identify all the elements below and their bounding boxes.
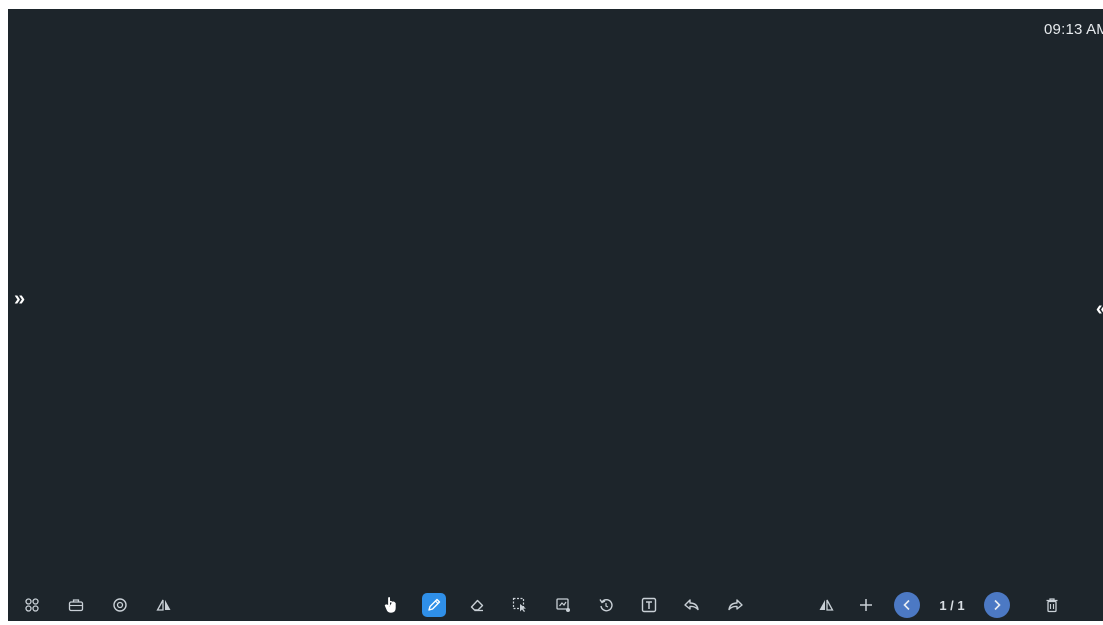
page-indicator: 1 / 1 <box>939 597 965 613</box>
page-navigator: 1 / 1 <box>894 592 1010 618</box>
undo-icon[interactable] <box>680 593 704 617</box>
lasso-select-icon[interactable] <box>508 593 532 617</box>
mirror-icon[interactable] <box>814 593 838 617</box>
restore-icon[interactable] <box>594 593 618 617</box>
screenshot-icon[interactable] <box>108 593 132 617</box>
redo-icon[interactable] <box>723 593 747 617</box>
right-toolbar: 1 / 1 <box>814 590 1064 620</box>
left-toolbar <box>20 590 176 620</box>
center-toolbar <box>379 590 747 620</box>
hand-select-icon[interactable] <box>379 593 403 617</box>
whiteboard-canvas[interactable]: 09:13 AM » « <box>8 9 1103 621</box>
expand-right-panel-button[interactable]: « <box>1096 299 1103 319</box>
toolbox-icon[interactable] <box>64 593 88 617</box>
eraser-icon[interactable] <box>465 593 489 617</box>
text-icon[interactable] <box>637 593 661 617</box>
apps-grid-icon[interactable] <box>20 593 44 617</box>
status-clock: 09:13 AM <box>1044 21 1103 38</box>
delete-icon[interactable] <box>1040 593 1064 617</box>
mirror-icon[interactable] <box>152 593 176 617</box>
expand-left-panel-button[interactable]: » <box>14 289 25 309</box>
next-page-icon[interactable] <box>984 592 1010 618</box>
prev-page-icon[interactable] <box>894 592 920 618</box>
shape-recognize-icon[interactable] <box>551 593 575 617</box>
add-page-icon[interactable] <box>854 593 878 617</box>
pen-icon[interactable] <box>422 593 446 617</box>
